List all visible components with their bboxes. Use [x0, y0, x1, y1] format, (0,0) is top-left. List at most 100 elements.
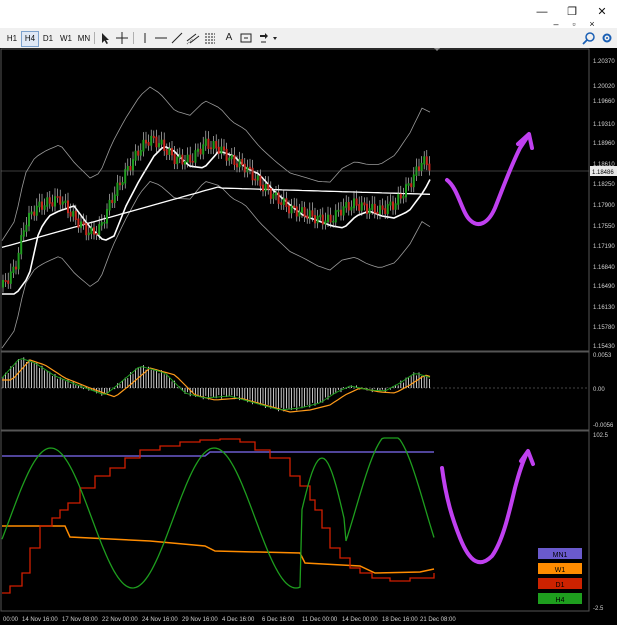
candle-body: [225, 148, 228, 161]
time-axis-label: 00:00: [3, 617, 19, 623]
candle-body: [54, 196, 56, 207]
candle-body: [288, 205, 290, 214]
candle-body: [233, 154, 236, 166]
candle-body: [173, 153, 176, 165]
candle-body: [43, 205, 46, 210]
vertical-line-icon[interactable]: [137, 31, 153, 45]
window-title-bar: — ❐ ✕ – ▫ ×: [0, 0, 617, 29]
candle-body: [116, 182, 119, 196]
candle-body: [402, 195, 405, 199]
candle-body: [420, 162, 423, 171]
candle-body: [238, 159, 241, 168]
trendline-icon[interactable]: [169, 31, 185, 45]
candle-body: [7, 280, 10, 284]
candle-body: [314, 215, 316, 224]
candle-body: [15, 266, 17, 270]
price-axis-label: 1.19660: [593, 99, 615, 105]
price-axis-label: 1.16130: [593, 305, 615, 311]
candle-body: [397, 193, 400, 205]
candle-body: [249, 166, 251, 170]
fast-moving-average: [2, 146, 431, 295]
chart-window[interactable]: 1.20370 1.20020 1.19660 1.19310 1.18960 …: [0, 48, 617, 625]
price-axis-label: 1.18250: [593, 182, 615, 188]
candle-body: [215, 141, 218, 149]
candle-body: [350, 206, 353, 211]
candle-body: [337, 209, 340, 212]
search-icon[interactable]: [581, 31, 597, 45]
timeframe-w1-button[interactable]: W1: [57, 31, 75, 47]
time-axis-label: 14 Dec 00:00: [342, 617, 378, 623]
candle-body: [129, 165, 132, 171]
candle-body: [25, 224, 28, 232]
time-axis-label: 24 Nov 16:00: [142, 617, 178, 623]
candle-body: [202, 144, 205, 155]
candle-body: [210, 147, 212, 150]
macd-axis-top: 0.0053: [593, 353, 612, 359]
oscillator-panel[interactable]: [0, 430, 590, 612]
h4-strength-line: [1, 437, 435, 589]
candle-body: [412, 174, 415, 188]
candle-body: [272, 193, 275, 199]
candle-body: [178, 154, 181, 159]
candle-body: [155, 136, 158, 148]
annotation-curve-top: [445, 134, 530, 226]
candle-body: [217, 146, 220, 154]
candle-body: [142, 139, 145, 152]
candle-body: [147, 141, 150, 146]
candle-body: [259, 175, 262, 187]
candle-body: [171, 148, 173, 156]
timeframe-d1-button[interactable]: D1: [39, 31, 57, 47]
candle-body: [405, 184, 407, 198]
settings-icon[interactable]: [599, 31, 615, 45]
price-axis-label: 1.19310: [593, 122, 615, 128]
timeframe-mn-button[interactable]: MN: [75, 31, 93, 47]
text-label-icon[interactable]: [238, 31, 254, 45]
timeframe-h4-button[interactable]: H4: [21, 31, 39, 47]
equidistant-channel-icon[interactable]: [185, 31, 201, 45]
candle-body: [230, 154, 233, 160]
price-axis-label: 1.16840: [593, 265, 615, 271]
candle-body: [121, 182, 124, 186]
fibonacci-icon[interactable]: [202, 31, 218, 45]
text-tool-icon[interactable]: A: [221, 31, 237, 45]
toolbar-separator: [133, 32, 134, 44]
legend-d1-label: D1: [556, 582, 565, 589]
candle-body: [236, 163, 238, 168]
price-axis-label: 1.17190: [593, 244, 615, 250]
chart-toolbar: H1 H4 D1 W1 MN A: [0, 28, 617, 49]
candle-body: [204, 138, 207, 146]
candle-body: [194, 150, 197, 163]
candle-body: [103, 221, 106, 224]
candle-body: [269, 188, 272, 199]
candle-body: [327, 214, 329, 223]
candle-body: [56, 196, 59, 198]
candle-body: [41, 201, 43, 210]
candle-body: [152, 135, 155, 139]
candle-body: [251, 167, 254, 181]
candle-body: [392, 201, 394, 210]
candle-body: [165, 149, 168, 155]
candle-body: [316, 215, 319, 224]
candle-body: [22, 230, 25, 237]
candle-body: [38, 201, 41, 208]
time-axis-label: 4 Dec 16:00: [222, 617, 255, 623]
arrows-dropdown-icon[interactable]: [257, 31, 279, 45]
candle-body: [72, 210, 75, 217]
macd-axis-zero: 0.00: [593, 387, 605, 393]
candle-body: [280, 202, 283, 205]
slow-moving-average: [1, 186, 431, 249]
candle-body: [69, 211, 72, 217]
price-axis-label: 1.16490: [593, 284, 615, 290]
timeframe-h1-button[interactable]: H1: [3, 31, 21, 47]
legend-w1-label: W1: [555, 567, 566, 574]
candle-body: [158, 143, 160, 148]
horizontal-line-icon[interactable]: [153, 31, 169, 45]
crosshair-icon[interactable]: [114, 31, 130, 45]
current-price-label: 1.18486: [592, 170, 614, 176]
price-axis-label: 1.17550: [593, 224, 615, 230]
candle-body: [290, 205, 293, 214]
macd-panel[interactable]: [0, 351, 590, 431]
cursor-icon[interactable]: [97, 31, 113, 45]
mn1-strength-line: [2, 451, 434, 457]
price-panel[interactable]: [0, 48, 590, 352]
